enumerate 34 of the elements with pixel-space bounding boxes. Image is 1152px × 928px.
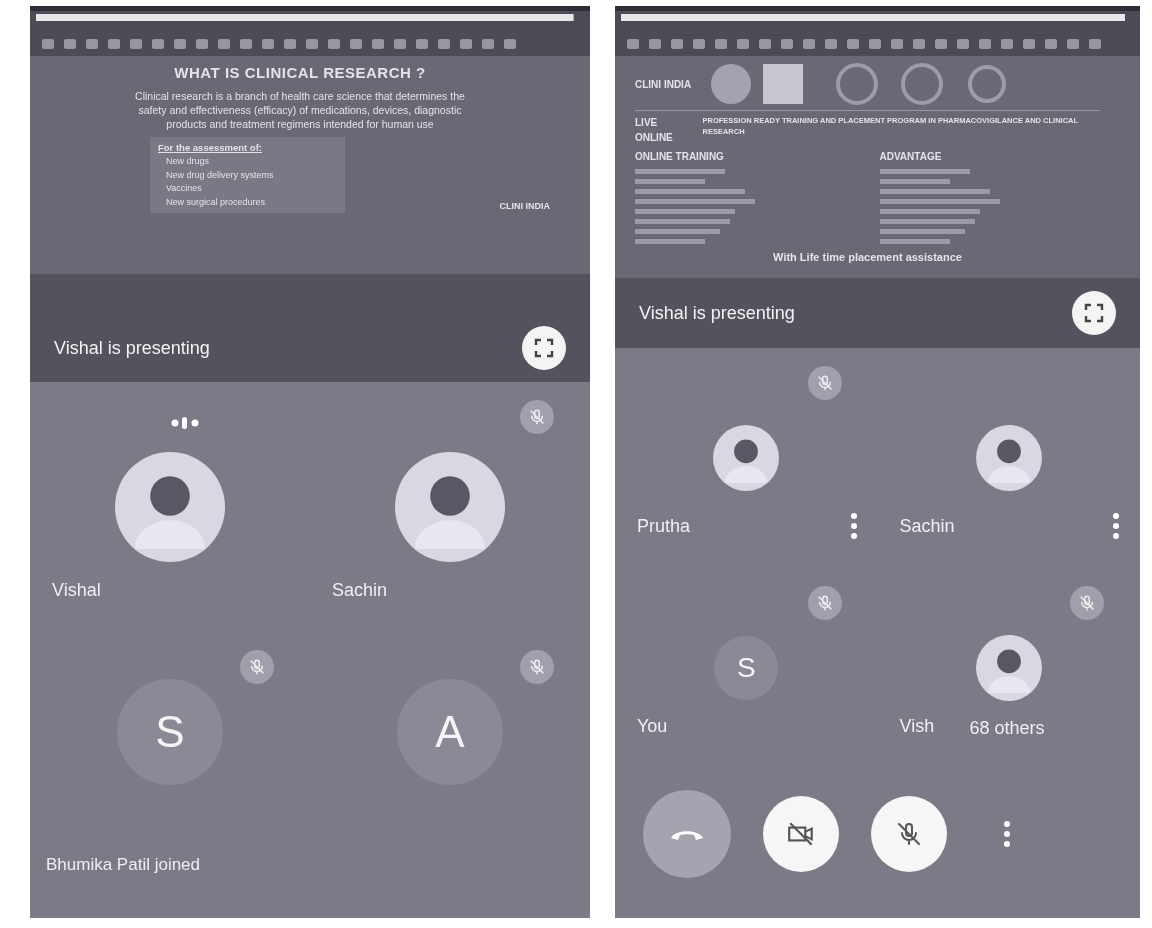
presenting-banner-text: Vishal is presenting bbox=[639, 301, 795, 325]
initial-avatar: S bbox=[714, 636, 779, 700]
fullscreen-icon bbox=[534, 338, 554, 358]
list-heading: For the assessment of: bbox=[158, 141, 263, 155]
fullscreen-button[interactable] bbox=[1072, 291, 1116, 335]
initial-avatar: S bbox=[117, 679, 223, 785]
fullscreen-icon bbox=[1084, 303, 1104, 323]
slide-headline: LIVE ONLINE bbox=[635, 116, 674, 145]
others-count: 68 others bbox=[969, 717, 1045, 740]
list-item: Vaccines bbox=[165, 182, 203, 196]
column-heading: ONLINE TRAINING bbox=[635, 150, 725, 164]
participant-name: You bbox=[637, 715, 668, 738]
participant-name: Vishal bbox=[52, 579, 101, 602]
initial-avatar: A bbox=[397, 679, 503, 785]
presenting-banner-text: Vishal is presenting bbox=[54, 336, 210, 360]
slide-logo: CLINI INDIA bbox=[635, 77, 692, 92]
participant-name: Sachin bbox=[332, 579, 388, 602]
more-options-icon[interactable] bbox=[849, 512, 858, 540]
participant-name: Vish bbox=[899, 715, 935, 738]
more-options-icon[interactable] bbox=[1112, 512, 1120, 540]
mic-icon bbox=[895, 820, 923, 848]
slide-paragraph: Clinical research is a branch of health care science that determines the safety and effectiveness (efficacy) of medications, devices, diagnostic products and treatment regimens intended for human use bbox=[134, 88, 466, 131]
toast-message: Bhumika Patil joined bbox=[45, 854, 202, 876]
slide-title: WHAT IS CLINICAL RESEARCH ? bbox=[174, 63, 426, 83]
slide-footer: With Life time placement assistance bbox=[635, 249, 1100, 266]
more-options-icon[interactable] bbox=[1003, 820, 1011, 848]
column-heading: ADVANTAGE bbox=[879, 150, 943, 164]
list-item: New surgical procedures bbox=[165, 195, 267, 209]
participant-name: Prutha bbox=[637, 515, 691, 538]
slide-logo: CLINI INDIA bbox=[499, 199, 550, 213]
participant-name: Sachin bbox=[899, 515, 955, 538]
list-item: New drugs bbox=[165, 155, 211, 169]
list-item: New drug delivery systems bbox=[165, 168, 275, 182]
fullscreen-button[interactable] bbox=[522, 326, 566, 370]
